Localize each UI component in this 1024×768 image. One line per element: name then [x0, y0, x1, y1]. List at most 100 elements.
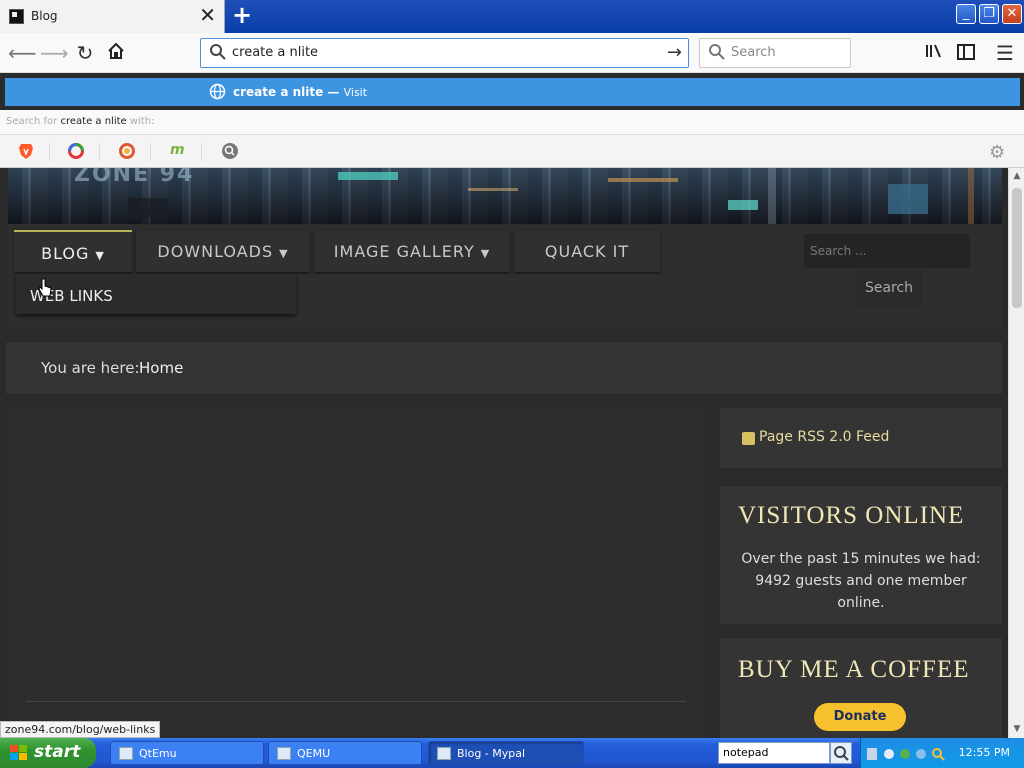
window-icon [277, 747, 291, 760]
sidebar-toggle-icon[interactable] [954, 41, 978, 65]
close-window-button[interactable]: ✕ [1002, 4, 1022, 24]
visitors-online-text: Over the past 15 minutes we had: 9492 gu… [741, 551, 981, 611]
rss-feed-box: Page RSS 2.0 Feed [720, 408, 1002, 468]
engine-divider [201, 143, 202, 161]
mojeek-icon[interactable]: m [170, 142, 190, 162]
minimize-window-button[interactable]: _ [956, 4, 976, 24]
update-icon [900, 749, 910, 759]
suggestion-visit-label: Visit [343, 86, 368, 99]
address-bar[interactable]: create a nlite → [200, 38, 689, 68]
menu-hamburger-icon[interactable]: ☰ [993, 41, 1017, 65]
home-icon[interactable] [104, 41, 128, 65]
new-tab-icon[interactable]: + [232, 3, 252, 27]
suggestion-separator: — [323, 85, 344, 99]
engine-divider [99, 143, 100, 161]
site-banner-image: ZONE 94 [8, 168, 1002, 224]
browser-tab-bar: Blog ✕ + _ ❐ ✕ [0, 0, 1024, 33]
suggestion-query: create a nlite [233, 85, 324, 99]
browser-search-box[interactable]: Search [699, 38, 851, 68]
qwant-icon[interactable] [67, 142, 87, 162]
library-icon[interactable] [922, 41, 946, 65]
go-arrow-icon[interactable]: → [667, 42, 682, 63]
browser-search-input[interactable]: Search [731, 45, 776, 60]
task-label: QtEmu [139, 747, 177, 760]
menu-label-downloads: DOWNLOADS [157, 242, 274, 261]
visitors-online-box: VISITORS ONLINE Over the past 15 minutes… [720, 486, 1002, 624]
taskbar-item-blog-mypal[interactable]: Blog - Mypal [428, 741, 584, 765]
search-tray-icon [932, 748, 942, 758]
scrollbar-thumb[interactable] [1012, 188, 1022, 308]
tab-blog[interactable]: Blog ✕ [0, 0, 225, 33]
address-input[interactable]: create a nlite [232, 45, 318, 60]
breadcrumb: You are here: Home [6, 342, 1002, 394]
search-for-query: create a nlite [60, 116, 127, 127]
one-off-search-engines: m ⚙ [0, 134, 1024, 168]
search-icon [209, 43, 227, 65]
windows-flag-icon [10, 745, 27, 760]
menu-item-image-gallery[interactable]: IMAGE GALLERY ▼ [314, 230, 510, 272]
browser-icon [437, 747, 451, 760]
taskbar-item-qemu[interactable]: QEMU [268, 741, 422, 765]
hand-cursor-icon [38, 278, 52, 302]
buy-me-a-coffee-title: BUY ME A COFFEE [738, 656, 970, 683]
taskbar-search-input[interactable]: notepad [718, 742, 830, 764]
web-page: ZONE 94 BLOG ▼ DOWNLOADS ▼ IMAGE GALLERY ▼ … [0, 168, 1008, 738]
network-icon [867, 748, 877, 760]
site-logo: ZONE 94 [74, 168, 195, 187]
content-divider [26, 701, 686, 702]
search-for-row: Search for create a nlite with: [0, 110, 1024, 134]
suggestion-text: create a nlite — Visit [233, 85, 367, 99]
menu-label-image-gallery: IMAGE GALLERY [333, 242, 475, 261]
start-button[interactable]: start [0, 738, 96, 768]
close-tab-icon[interactable]: ✕ [199, 5, 216, 25]
search-for-prefix: Search for [6, 116, 58, 127]
system-tray: 12:55 PM [860, 738, 1024, 768]
dropdown-caret-icon: ▼ [480, 247, 491, 260]
globe-icon [209, 83, 226, 104]
menu-label-blog: BLOG [41, 244, 90, 263]
back-arrow-icon[interactable]: ⟵ [8, 41, 37, 65]
dropdown-caret-icon: ▼ [95, 249, 105, 262]
menu-item-downloads[interactable]: DOWNLOADS ▼ [136, 230, 310, 272]
task-label: Blog - Mypal [457, 747, 526, 760]
settings-gear-icon[interactable]: ⚙ [989, 142, 1009, 163]
taskbar-clock: 12:55 PM [958, 746, 1010, 759]
reload-icon[interactable]: ↻ [73, 41, 97, 65]
menu-item-quack-it[interactable]: QUACK IT [514, 230, 660, 272]
site-search-input[interactable]: Search ... [804, 234, 970, 268]
search-icon [708, 43, 726, 65]
breadcrumb-home-link[interactable]: Home [139, 359, 183, 377]
site-favicon-icon [9, 9, 24, 24]
duckduckgo-icon[interactable] [118, 142, 138, 162]
search-for-suffix: with: [129, 116, 155, 127]
rss-feed-link[interactable]: Page RSS 2.0 Feed [759, 429, 889, 445]
site-search-button[interactable]: Search [856, 270, 922, 306]
scroll-down-arrow-icon[interactable]: ▼ [1011, 724, 1023, 734]
forward-arrow-icon[interactable]: ⟶ [40, 41, 69, 65]
volume-icon [884, 749, 894, 759]
search-icon [834, 746, 849, 761]
main-content [6, 408, 706, 738]
url-suggestion-row[interactable]: create a nlite — Visit [5, 78, 1020, 106]
taskbar-search-button[interactable] [830, 742, 852, 764]
buy-me-a-coffee-box: BUY ME A COFFEE Donate [720, 638, 1002, 738]
dropdown-caret-icon: ▼ [279, 247, 289, 260]
start-label: start [34, 742, 81, 762]
engine-divider [49, 143, 50, 161]
site-nav-area: BLOG ▼ DOWNLOADS ▼ IMAGE GALLERY ▼ QUACK IT… [8, 224, 1002, 328]
window-icon [119, 747, 133, 760]
rss-icon [742, 432, 755, 445]
breadcrumb-label: You are here: [41, 359, 140, 377]
visitors-online-title: VISITORS ONLINE [738, 502, 965, 529]
searx-icon[interactable] [221, 142, 241, 162]
taskbar-item-qtemu[interactable]: QtEmu [110, 741, 264, 765]
submenu-item-web-links[interactable]: WEB LINKS [16, 274, 296, 314]
menu-item-blog[interactable]: BLOG ▼ [14, 230, 132, 272]
donate-button[interactable]: Donate [814, 703, 906, 731]
page-scrollbar[interactable]: ▲ ▼ [1008, 168, 1024, 738]
navigation-toolbar: ⟵ ⟶ ↻ create a nlite → Search ☰ [0, 33, 1024, 73]
scroll-up-arrow-icon[interactable]: ▲ [1011, 171, 1023, 181]
restore-window-button[interactable]: ❐ [979, 4, 999, 24]
windows-taskbar: start QtEmu QEMU Blog - Mypal notepad 12… [0, 738, 1024, 768]
brave-icon[interactable] [17, 142, 37, 162]
